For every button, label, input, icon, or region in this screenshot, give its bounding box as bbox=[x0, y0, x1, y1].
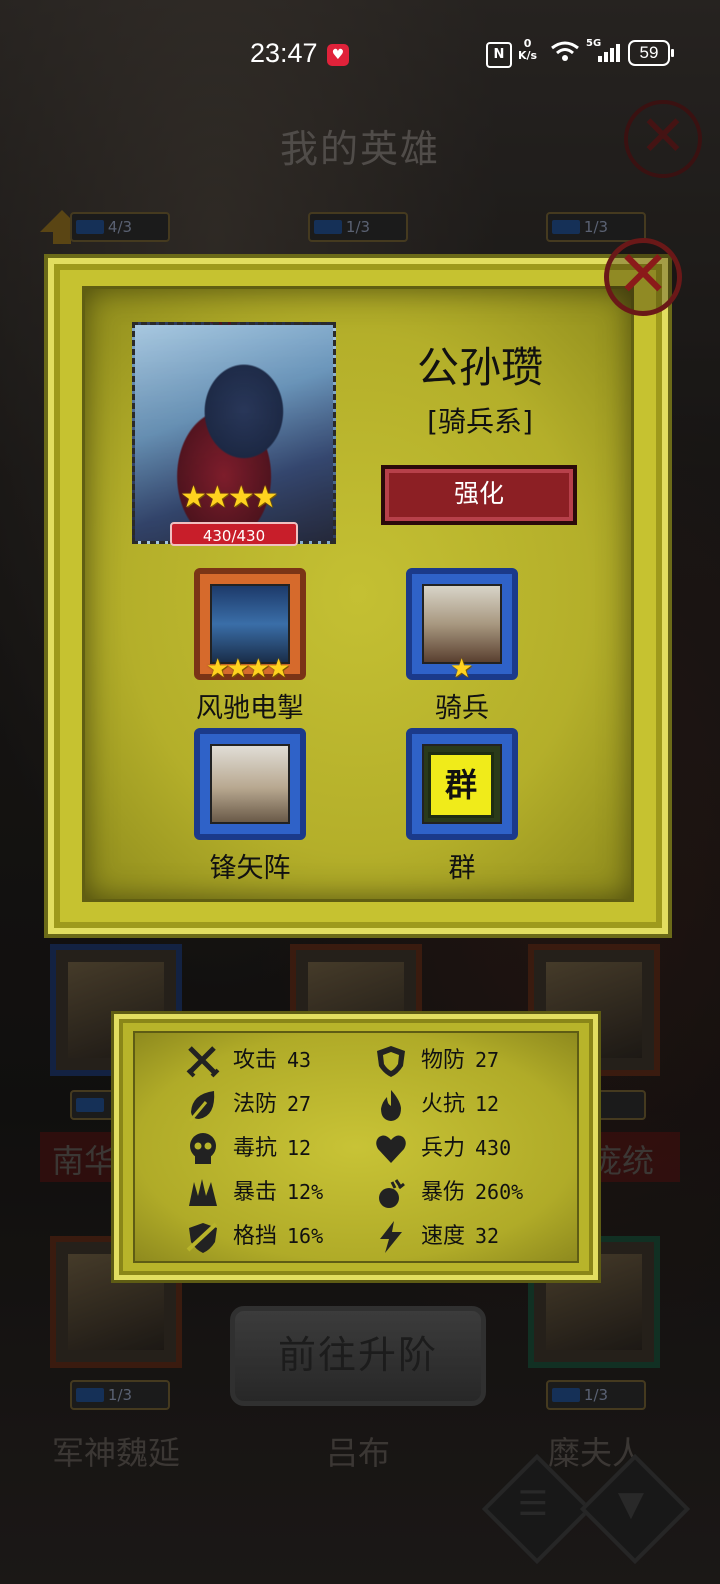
status-bar: 23:47 ♥ N 0 K/s 5G 59 bbox=[0, 30, 720, 76]
crossed-swords-icon bbox=[186, 1046, 220, 1078]
signal-icon bbox=[598, 44, 620, 62]
skill-label: 锋矢阵 bbox=[209, 853, 291, 884]
stat-fire-resist: 火抗 12 bbox=[374, 1086, 499, 1122]
lightning-skill-image bbox=[210, 584, 290, 664]
network-speed: 0 K/s bbox=[518, 37, 538, 62]
hero-type: [骑兵系] bbox=[427, 405, 533, 438]
skill-slot[interactable] bbox=[194, 728, 306, 840]
hero-star-rating: ★★★★ bbox=[180, 480, 279, 515]
skill-stars: ★ bbox=[450, 654, 473, 684]
skill-stars: ★★★★ bbox=[206, 654, 290, 684]
flame-icon bbox=[381, 1090, 401, 1121]
stat-physical-defense: 物防 27 bbox=[374, 1042, 499, 1078]
block-shield-icon bbox=[186, 1222, 218, 1253]
skill-label: 骑兵 bbox=[435, 693, 489, 724]
formation-skill-image bbox=[210, 744, 290, 824]
stat-attack: 攻击 43 bbox=[186, 1042, 311, 1078]
stat-troops: 兵力 430 bbox=[374, 1130, 511, 1166]
stat-speed: 速度 32 bbox=[374, 1218, 499, 1254]
battery-indicator: 59 bbox=[628, 40, 674, 66]
skill-label: 风驰电掣 bbox=[196, 693, 304, 724]
nfc-icon: N bbox=[486, 42, 512, 68]
claw-icon bbox=[189, 1179, 217, 1206]
enhance-button[interactable]: 强化 bbox=[381, 465, 577, 525]
heart-icon bbox=[376, 1135, 406, 1163]
hero-hp-badge: 430/430 bbox=[170, 522, 298, 546]
leaf-icon bbox=[188, 1091, 215, 1122]
hero-name: 公孙瓒 bbox=[416, 343, 543, 392]
lightning-icon bbox=[380, 1221, 402, 1253]
skull-icon bbox=[190, 1133, 216, 1164]
skill-label: 群 bbox=[448, 853, 476, 884]
stat-crit-damage: 暴伤 260% bbox=[374, 1174, 523, 1210]
stat-poison-resist: 毒抗 12 bbox=[186, 1130, 311, 1166]
stat-magic-defense: 法防 27 bbox=[186, 1086, 311, 1122]
cavalry-skill-image bbox=[422, 584, 502, 664]
notification-icon: ♥ bbox=[327, 44, 349, 66]
stat-crit-rate: 暴击 12% bbox=[186, 1174, 323, 1210]
clock: 23:47 bbox=[250, 38, 318, 68]
faction-emblem: 群 bbox=[428, 752, 494, 818]
wifi-icon bbox=[551, 41, 579, 61]
stat-block: 格挡 16% bbox=[186, 1218, 323, 1254]
shield-icon bbox=[377, 1046, 405, 1077]
burst-icon bbox=[379, 1179, 405, 1208]
close-icon[interactable]: ✕ bbox=[604, 238, 682, 316]
